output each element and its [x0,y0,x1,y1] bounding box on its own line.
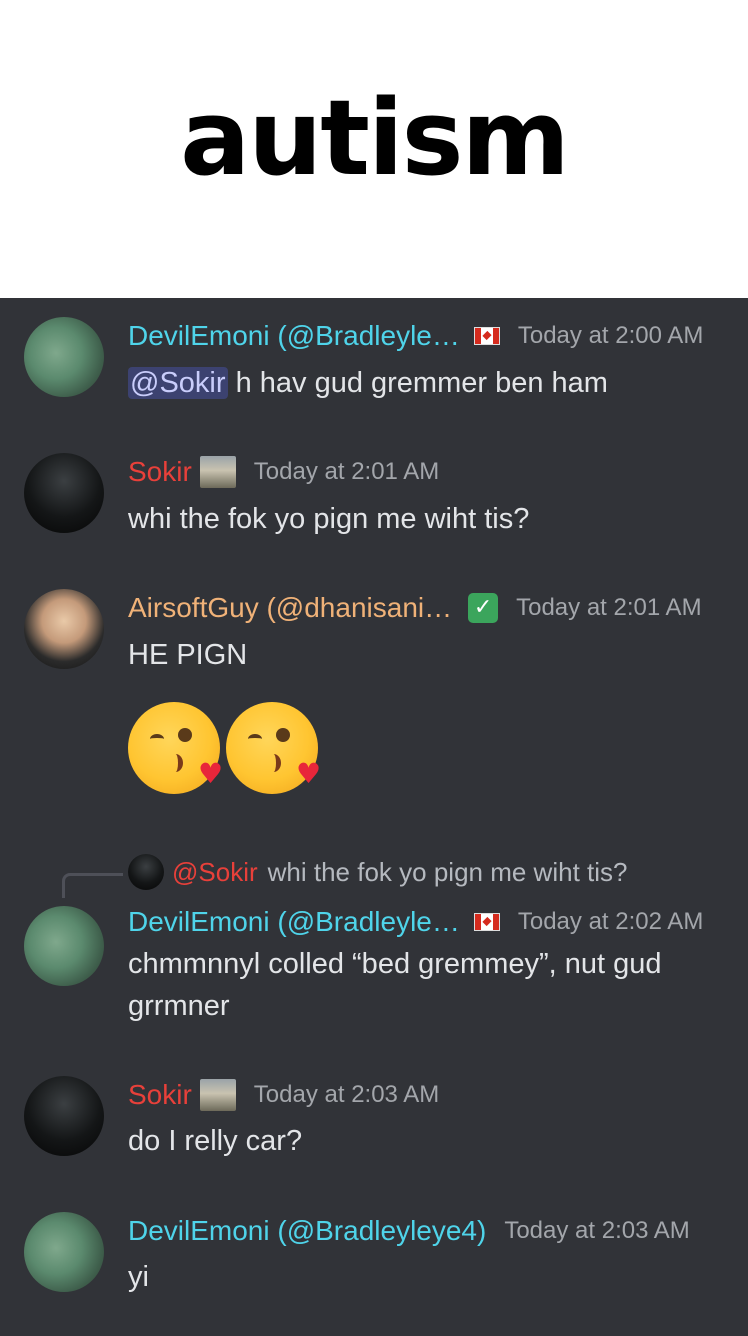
caption-text: autism [180,77,570,199]
username[interactable]: Sokir [128,456,192,488]
message-body: h hav gud gremmer ben ham [235,367,608,399]
timestamp: Today at 2:01 AM [253,458,440,485]
message-body: yi [128,1261,149,1293]
timestamp: Today at 2:01 AM [516,594,702,621]
reply-connector [62,873,123,898]
username[interactable]: DevilEmoni (@Bradleyle… [128,320,460,352]
reply-avatar [128,854,164,890]
message-header: AirsoftGuy (@dhanisani… ✓ Today at 2:01 … [128,588,702,628]
message-header: Sokir Today at 2:01 AM [128,452,439,492]
avatar[interactable] [24,589,104,669]
username[interactable]: AirsoftGuy (@dhanisani… [128,592,452,624]
meme-caption: autism [0,0,748,298]
reply-preview[interactable]: @Sokir whi the fok yo pign me wiht tis? [128,854,627,890]
kissing-heart-emoji-icon[interactable]: ♥ [226,702,321,794]
message-body: HE PIGN [128,639,248,671]
chat-log: DevilEmoni (@Bradleyle… Today at 2:00 AM… [0,298,748,1336]
avatar[interactable] [24,453,104,533]
message-body: do I relly car? [128,1125,303,1157]
user-picture-badge-icon [199,1079,236,1111]
avatar[interactable] [24,1076,104,1156]
avatar[interactable] [24,1212,104,1292]
user-mention[interactable]: @Sokir [128,367,228,399]
kissing-heart-emoji-icon[interactable]: ♥ [128,702,223,794]
reply-mention[interactable]: @Sokir [172,857,258,888]
user-picture-badge-icon [199,456,236,488]
canada-flag-icon [473,913,500,931]
timestamp: Today at 2:00 AM [517,322,704,349]
username[interactable]: Sokir [128,1079,192,1111]
username[interactable]: DevilEmoni (@Bradleyleye4) [128,1215,486,1247]
emoji-row: ♥ ♥ [128,702,324,794]
message-header: DevilEmoni (@Bradleyleye4) Today at 2:03… [128,1211,690,1251]
message-header: Sokir Today at 2:03 AM [128,1075,439,1115]
message-header: DevilEmoni (@Bradleyle… Today at 2:00 AM [128,316,703,356]
avatar[interactable] [24,317,104,397]
username[interactable]: DevilEmoni (@Bradleyle… [128,906,460,938]
message-body: chmmnnyl colled “bed gremmey”, nut gud g… [128,948,662,1022]
message-body: whi the fok yo pign me wiht tis? [128,503,530,535]
avatar[interactable] [24,906,104,986]
message-header: DevilEmoni (@Bradleyle… Today at 2:02 AM [128,902,703,942]
reply-text: whi the fok yo pign me wiht tis? [267,856,628,887]
message-text: @Sokir h hav gud gremmer ben ham [128,362,728,404]
check-mark-badge-icon: ✓ [468,593,499,623]
timestamp: Today at 2:02 AM [517,908,704,935]
canada-flag-icon [473,327,500,345]
timestamp: Today at 2:03 AM [504,1217,690,1244]
timestamp: Today at 2:03 AM [253,1081,440,1108]
